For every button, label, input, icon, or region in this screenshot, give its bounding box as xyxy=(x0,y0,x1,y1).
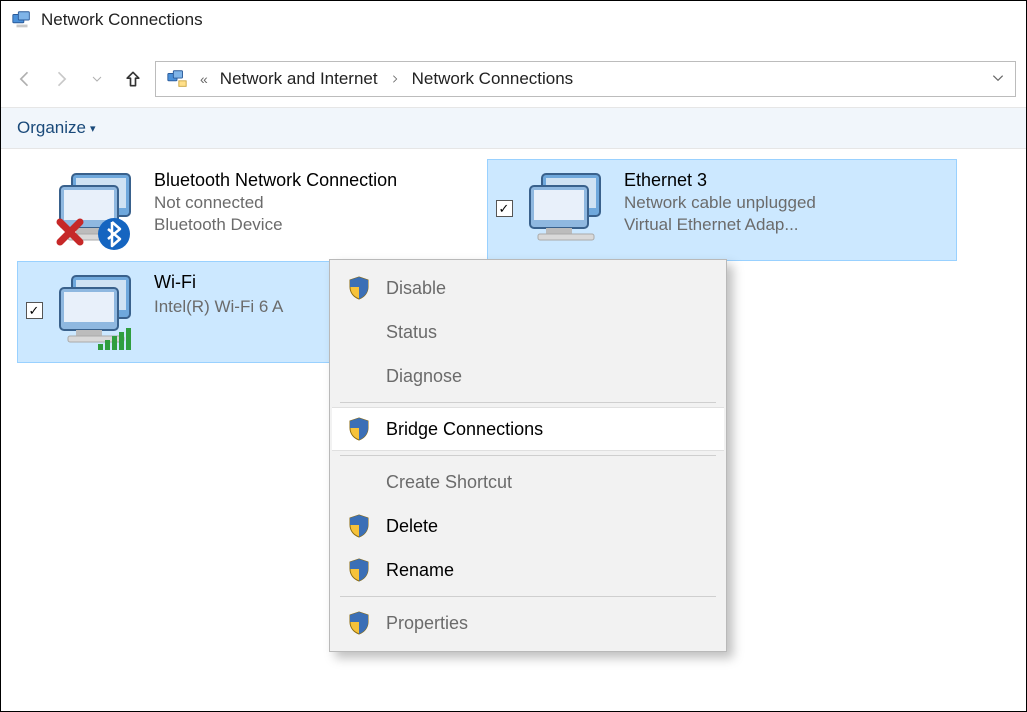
address-bar[interactable]: « Network and Internet Network Connectio… xyxy=(155,61,1016,97)
context-menu-label: Properties xyxy=(386,613,468,634)
context-menu-label: Bridge Connections xyxy=(386,419,543,440)
address-dropdown[interactable] xyxy=(991,71,1005,88)
context-menu-separator xyxy=(340,455,716,456)
connection-name: Ethernet 3 xyxy=(624,170,948,191)
context-menu-item[interactable]: Properties xyxy=(332,601,724,645)
nav-row: « Network and Internet Network Connectio… xyxy=(1,33,1026,107)
titlebar: Network Connections xyxy=(1,1,1026,33)
context-menu-label: Diagnose xyxy=(386,366,462,387)
shield-icon xyxy=(346,558,372,582)
breadcrumb-current[interactable]: Network Connections xyxy=(412,69,574,89)
context-menu-separator xyxy=(340,596,716,597)
context-menu-item[interactable]: Bridge Connections xyxy=(332,407,724,451)
connection-status: Network cable unplugged xyxy=(624,193,948,213)
connection-text: Ethernet 3 Network cable unplugged Virtu… xyxy=(624,168,948,235)
connection-status: Not connected xyxy=(154,193,478,213)
context-menu-item[interactable]: Status xyxy=(332,310,724,354)
connection-device: Bluetooth Device xyxy=(154,215,478,235)
connection-item[interactable]: Bluetooth Network Connection Not connect… xyxy=(17,159,487,261)
connection-icon xyxy=(54,270,146,356)
context-menu-item[interactable]: Disable xyxy=(332,266,724,310)
context-menu-item[interactable]: Diagnose xyxy=(332,354,724,398)
toolbar: Organize ▾ xyxy=(1,107,1026,149)
breadcrumb-separator xyxy=(388,71,402,87)
window-title: Network Connections xyxy=(41,10,203,30)
network-connections-icon xyxy=(11,9,33,31)
organize-menu[interactable]: Organize ▾ xyxy=(17,118,96,138)
context-menu-label: Rename xyxy=(386,560,454,581)
shield-icon xyxy=(346,276,372,300)
shield-icon xyxy=(346,514,372,538)
connection-item[interactable]: ✓ Ethernet 3 Network cable unplugged Vir… xyxy=(487,159,957,261)
context-menu-item[interactable]: Rename xyxy=(332,548,724,592)
connection-icon xyxy=(524,168,616,254)
recent-locations-button[interactable] xyxy=(83,65,111,93)
breadcrumb-icon xyxy=(166,68,188,90)
connection-checkbox[interactable]: ✓ xyxy=(496,200,513,217)
up-button[interactable] xyxy=(119,65,147,93)
breadcrumb-parent[interactable]: Network and Internet xyxy=(220,69,378,89)
chevron-down-icon: ▾ xyxy=(90,122,96,135)
context-menu-label: Status xyxy=(386,322,437,343)
context-menu-label: Disable xyxy=(386,278,446,299)
connection-text: Bluetooth Network Connection Not connect… xyxy=(154,168,478,235)
shield-icon xyxy=(346,611,372,635)
context-menu-item[interactable]: Delete xyxy=(332,504,724,548)
forward-button[interactable] xyxy=(47,65,75,93)
organize-label: Organize xyxy=(17,118,86,138)
shield-icon xyxy=(346,417,372,441)
context-menu: Disable Status Diagnose Bridge Connectio… xyxy=(329,259,727,652)
context-menu-separator xyxy=(340,402,716,403)
context-menu-label: Delete xyxy=(386,516,438,537)
breadcrumb-prefix: « xyxy=(198,71,210,87)
connection-icon xyxy=(54,168,146,254)
back-button[interactable] xyxy=(11,65,39,93)
connection-checkbox[interactable]: ✓ xyxy=(26,302,43,319)
context-menu-item[interactable]: Create Shortcut xyxy=(332,460,724,504)
connection-name: Bluetooth Network Connection xyxy=(154,170,478,191)
connection-device: Virtual Ethernet Adap... xyxy=(624,215,948,235)
context-menu-label: Create Shortcut xyxy=(386,472,512,493)
